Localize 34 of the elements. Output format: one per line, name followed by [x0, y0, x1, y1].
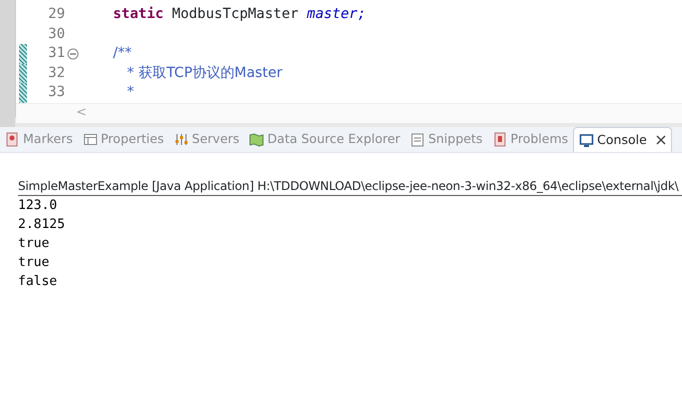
code-keyword: static [113, 6, 164, 22]
map-icon [249, 132, 264, 147]
marker-icon [5, 132, 20, 147]
fold-icon[interactable] [67, 48, 79, 60]
console-output-line: true [18, 254, 50, 272]
console-output-line: false [18, 273, 58, 291]
code-type: ModbusTcpMaster [172, 6, 298, 22]
line-number: 31 [47, 44, 65, 64]
view-tab[interactable]: Servers [168, 127, 244, 152]
console-output-line: 123.0 [18, 197, 58, 215]
document-icon [410, 132, 426, 147]
view-tab[interactable]: Properties [78, 127, 169, 152]
view-tab[interactable]: Problems [488, 127, 574, 152]
view-tab[interactable]: Console [573, 127, 672, 152]
view-tab[interactable]: Snippets [405, 127, 488, 152]
scroll-left-button[interactable]: < [76, 103, 87, 123]
console-output-line: true [18, 235, 50, 253]
table-icon [82, 132, 98, 147]
console-header: SimpleMasterExample [Java Application] H:\TDDOWNLOAD\eclipse-jee-neon-3-win32-x86_64\eclipse\external\jdk\ [18, 178, 682, 196]
code-comment: * [127, 84, 134, 100]
clipboard-icon [492, 132, 508, 147]
line-number: 33 [47, 83, 65, 102]
line-number: 29 [47, 5, 65, 24]
view-tab[interactable]: Markers [0, 127, 78, 152]
code-comment: * 获取TCP协议的Master [127, 64, 282, 81]
line-number: 32 [47, 64, 65, 83]
sliders-icon [174, 132, 189, 147]
monitor-icon [579, 132, 594, 148]
line-number: 30 [47, 24, 65, 44]
view-tab[interactable]: Data Source Explorer [244, 127, 406, 152]
console-output-line: 2.8125 [18, 216, 66, 234]
code-field: master; [306, 6, 366, 22]
code-comment: /** [113, 45, 132, 62]
close-icon[interactable] [656, 135, 666, 145]
